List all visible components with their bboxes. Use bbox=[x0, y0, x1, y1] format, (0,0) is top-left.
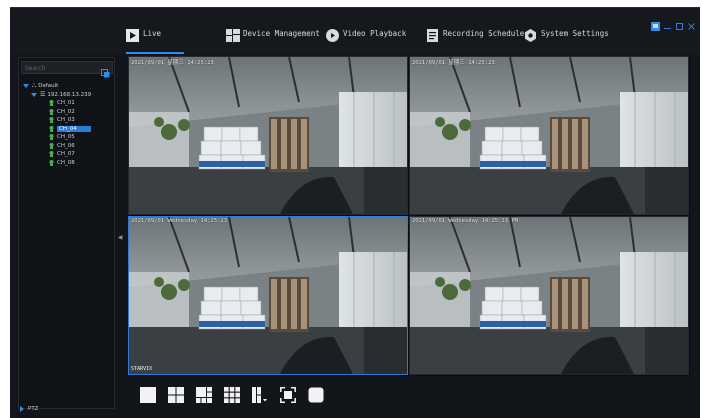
tree-channel-label: CH_05 bbox=[57, 134, 75, 141]
video-osd-channel-name: STARVIX bbox=[131, 366, 153, 372]
tree-channel-item[interactable]: CH_08 bbox=[19, 159, 114, 168]
camera-icon bbox=[49, 100, 54, 107]
video-osd-timestamp: 2021/09/01 Wednesday 14:25:23 PM bbox=[412, 218, 518, 224]
channel-list: CH_01 CH_02 CH_03 CH_04 CH_05 CH_06 CH_07 CH_08 bbox=[19, 99, 114, 167]
tree-channel-item[interactable]: CH_01 bbox=[19, 99, 114, 108]
device-grid-icon bbox=[226, 27, 240, 42]
video-osd-timestamp: 2021/09/01 Wednesday 14:25:23 bbox=[131, 218, 228, 224]
active-tab-indicator bbox=[126, 52, 184, 54]
tab-video-playback-label: Video Playback bbox=[343, 28, 407, 38]
tree-root-label: Default bbox=[38, 83, 59, 90]
tree-channel-label: CH_04 bbox=[57, 125, 91, 132]
video-tile[interactable]: 2021/09/01 Wednesday 14:25:23 STARVIX bbox=[128, 216, 408, 375]
app-icon bbox=[651, 16, 660, 31]
wifi-icon: ☰ bbox=[40, 91, 46, 99]
tab-video-playback[interactable]: Video Playback bbox=[326, 25, 407, 42]
device-tree-panel: ⛬ Default ☰ 192.168.13.239 CH_01CH_02CH_… bbox=[18, 57, 115, 409]
tab-recording-schedule-label: Recording Schedule bbox=[443, 28, 525, 38]
tree-channel-item[interactable]: CH_02 bbox=[19, 108, 114, 117]
search-box bbox=[21, 61, 113, 78]
layout-4-icon[interactable] bbox=[168, 387, 184, 403]
camera-icon bbox=[49, 134, 54, 141]
restore-icon[interactable] bbox=[675, 16, 684, 30]
tree-channel-label: CH_08 bbox=[57, 159, 75, 166]
tree-channel-item[interactable]: CH_07 bbox=[19, 150, 114, 159]
device-tree: ⛬ Default ☰ 192.168.13.239 CH_01 CH_02 CH_… bbox=[19, 82, 114, 167]
tree-channel-item[interactable]: CH_03 bbox=[19, 116, 114, 125]
ptz-label: PTZ bbox=[28, 406, 39, 412]
camera-feed-image bbox=[410, 217, 688, 374]
tab-live[interactable]: Live bbox=[126, 25, 162, 42]
schedule-icon bbox=[426, 27, 439, 42]
tree-channel-label: CH_01 bbox=[57, 100, 75, 107]
tab-recording-schedule[interactable]: Recording Schedule bbox=[426, 25, 525, 42]
camera-feed-image bbox=[410, 57, 688, 214]
window-controls bbox=[651, 16, 696, 31]
tree-channel-item[interactable]: CH_06 bbox=[19, 142, 114, 151]
gear-icon bbox=[524, 27, 537, 42]
app-window: Live Device Management Video Playback Re… bbox=[10, 7, 700, 418]
tab-device-management-label: Device Management bbox=[243, 28, 320, 38]
tree-channel-item[interactable]: CH_05 bbox=[19, 133, 114, 142]
tree-root-default[interactable]: ⛬ Default bbox=[19, 82, 114, 91]
ptz-panel-toggle[interactable]: PTZ bbox=[20, 406, 38, 412]
camera-feed-image bbox=[129, 217, 407, 374]
tree-device-label: 192.168.13.239 bbox=[47, 91, 92, 98]
layout-9-icon[interactable] bbox=[224, 387, 240, 403]
expand-icon[interactable] bbox=[31, 92, 37, 97]
tree-channel-label: CH_03 bbox=[57, 117, 75, 124]
layout-6-icon[interactable] bbox=[196, 387, 212, 403]
video-tile[interactable]: 2021/09/01 Wednesday 14:25:23 PM bbox=[409, 216, 689, 375]
close-icon[interactable] bbox=[687, 16, 696, 30]
tab-system-settings[interactable]: System Settings bbox=[524, 25, 609, 42]
search-input[interactable] bbox=[25, 63, 100, 73]
tree-channel-label: CH_06 bbox=[57, 142, 75, 149]
tree-channel-label: CH_07 bbox=[57, 151, 75, 158]
search-icon[interactable] bbox=[101, 63, 110, 78]
video-tile[interactable]: 2021/09/01 星期三 14:25:23 bbox=[409, 56, 689, 215]
video-grid: 2021/09/01 星期三 14:25:23 2021/09/01 星期三 1… bbox=[128, 56, 690, 376]
tree-channel-item[interactable]: CH_04 bbox=[19, 125, 114, 134]
layout-1-icon[interactable] bbox=[140, 387, 156, 403]
sidebar-collapse-handle[interactable]: ◀ bbox=[116, 230, 124, 244]
camera-icon bbox=[49, 159, 54, 166]
tab-device-management[interactable]: Device Management bbox=[226, 25, 320, 42]
top-nav-bar: Live Device Management Video Playback Re… bbox=[10, 8, 700, 54]
tree-channel-label: CH_02 bbox=[57, 108, 75, 115]
expand-icon[interactable] bbox=[23, 84, 29, 89]
play-icon bbox=[126, 27, 139, 42]
expand-right-icon bbox=[20, 406, 24, 412]
camera-icon bbox=[49, 117, 54, 124]
group-icon: ⛬ bbox=[32, 82, 37, 90]
tree-device[interactable]: ☰ 192.168.13.239 bbox=[19, 91, 114, 100]
video-osd-timestamp: 2021/09/01 星期三 14:25:23 bbox=[412, 60, 495, 66]
camera-feed-image bbox=[129, 57, 407, 214]
camera-icon bbox=[49, 108, 54, 115]
video-osd-timestamp: 2021/09/01 星期三 14:25:23 bbox=[131, 60, 214, 66]
fullscreen-icon[interactable] bbox=[280, 387, 296, 403]
tab-live-label: Live bbox=[143, 28, 162, 38]
stop-all-icon[interactable] bbox=[308, 387, 324, 403]
minimize-icon[interactable] bbox=[663, 16, 672, 29]
video-tile[interactable]: 2021/09/01 星期三 14:25:23 bbox=[128, 56, 408, 215]
camera-icon bbox=[49, 151, 54, 158]
layout-toolbar bbox=[128, 380, 690, 410]
playback-icon bbox=[326, 27, 339, 42]
camera-icon bbox=[49, 142, 54, 149]
tab-system-settings-label: System Settings bbox=[541, 28, 609, 38]
camera-icon bbox=[49, 125, 54, 132]
layout-custom-icon[interactable] bbox=[252, 387, 268, 403]
